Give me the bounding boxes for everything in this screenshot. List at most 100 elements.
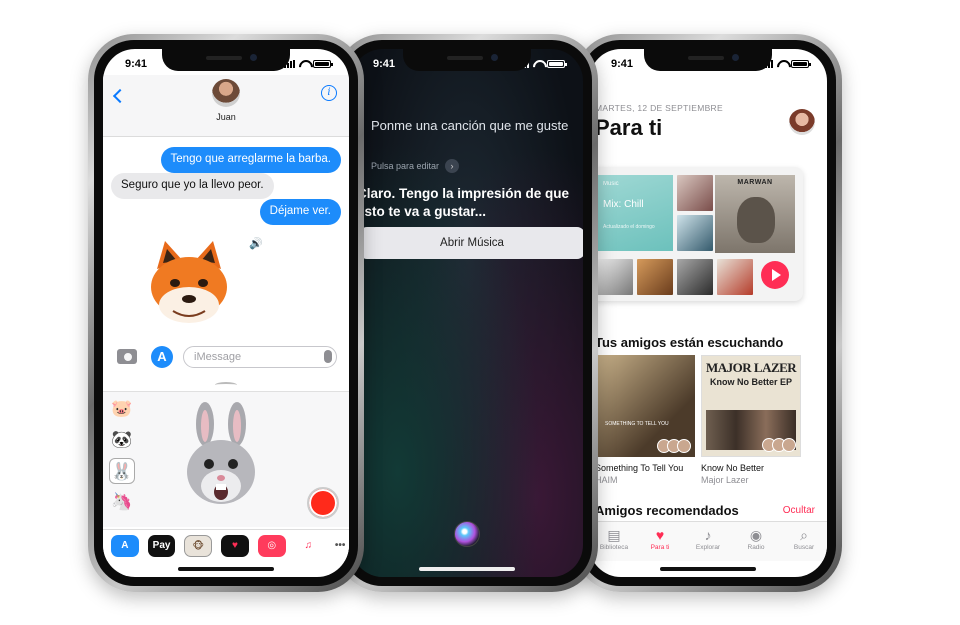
album-cover-text: SOMETHING TO TELL YOU bbox=[605, 421, 669, 427]
tab-buscar[interactable]: ⌕ Buscar bbox=[781, 526, 827, 551]
tap-to-edit[interactable]: Pulsa para editar › bbox=[371, 159, 460, 173]
album-artist-text: MARWAN bbox=[737, 179, 773, 186]
radio-icon: ◉ bbox=[749, 527, 763, 543]
mix-updated: Actualizado el domingo bbox=[603, 224, 655, 230]
apple-pay-icon[interactable]: Pay bbox=[147, 534, 176, 557]
animoji-icon[interactable]: 🐵 bbox=[184, 534, 213, 557]
recommended-title: Amigos recomendados bbox=[595, 503, 739, 518]
apple-music-label: Music bbox=[603, 181, 619, 187]
album-tile[interactable] bbox=[677, 175, 713, 211]
messages-screen: 9:41 Juan i Tengo que arreglarme la barb… bbox=[103, 49, 349, 577]
siri-phone: 9:41 Ponme una canción que me guste Puls… bbox=[336, 34, 598, 592]
contact-name[interactable]: Juan bbox=[103, 112, 349, 122]
messages-phone: 9:41 Juan i Tengo que arreglarme la barb… bbox=[88, 34, 364, 592]
friend-avatars bbox=[657, 439, 691, 453]
open-music-button[interactable]: Abrir Música bbox=[359, 227, 583, 259]
album-tile[interactable] bbox=[637, 259, 673, 295]
album-cover-brand: MAJOR LAZER bbox=[706, 360, 797, 375]
wifi-icon bbox=[777, 60, 787, 68]
battery-icon bbox=[313, 60, 333, 68]
music-icon[interactable]: ♫ bbox=[294, 534, 323, 557]
wifi-icon bbox=[533, 60, 543, 68]
wifi-icon bbox=[299, 60, 309, 68]
app-store-icon[interactable]: A bbox=[111, 534, 139, 557]
stage: 9:41 MARTES, 12 DE SEPTIEMBRE Para ti Mu… bbox=[0, 0, 960, 625]
hide-button[interactable]: Ocultar bbox=[783, 505, 815, 516]
heart-icon: ♥ bbox=[655, 527, 665, 543]
mix-chill-cover[interactable]: Music Mix: Chill Actualizado el domingo bbox=[597, 175, 673, 251]
album-tile[interactable] bbox=[597, 259, 633, 295]
message-bubble-outgoing[interactable]: Tengo que arreglarme la barba. bbox=[160, 147, 341, 173]
siri-answer-text: Claro. Tengo la impresión de que esto te… bbox=[357, 186, 570, 220]
album-title[interactable]: Something To Tell You bbox=[595, 463, 683, 473]
battery-icon bbox=[791, 60, 811, 68]
page-title: Para ti bbox=[595, 115, 663, 140]
rabbit-animoji[interactable] bbox=[183, 402, 259, 512]
album-cover-title: Know No Better EP bbox=[710, 377, 793, 387]
unicorn-animoji-icon[interactable]: 🦄 bbox=[109, 489, 135, 515]
siri-screen: 9:41 Ponme una canción que me guste Puls… bbox=[351, 49, 583, 577]
tab-explorar[interactable]: ♪ Explorar bbox=[685, 526, 731, 551]
album-tile[interactable] bbox=[677, 215, 713, 251]
message-bubble-incoming[interactable]: Seguro que yo la llevo peor. bbox=[111, 173, 274, 199]
tab-para-ti[interactable]: ♥ Para ti bbox=[637, 526, 683, 551]
music-phone: 9:41 MARTES, 12 DE SEPTIEMBRE Para ti Mu… bbox=[574, 34, 842, 592]
notch bbox=[644, 49, 772, 71]
back-chevron-icon[interactable] bbox=[112, 88, 128, 104]
more-icon[interactable]: ••• bbox=[331, 534, 349, 557]
album-cover-major-lazer[interactable]: MAJOR LAZER Know No Better EP bbox=[701, 355, 801, 457]
album-artist[interactable]: Major Lazer bbox=[701, 475, 749, 485]
conversation-header: Juan i bbox=[103, 75, 349, 137]
siri-query-text[interactable]: Ponme una canción que me guste bbox=[371, 117, 571, 135]
profile-avatar[interactable] bbox=[789, 109, 815, 135]
status-time: 9:41 bbox=[373, 58, 396, 70]
camera-icon[interactable] bbox=[117, 349, 137, 364]
play-button[interactable] bbox=[761, 261, 789, 289]
pig-animoji-icon[interactable]: 🐷 bbox=[109, 396, 135, 422]
home-indicator[interactable] bbox=[660, 567, 756, 571]
album-tile[interactable] bbox=[677, 259, 713, 295]
info-icon[interactable]: i bbox=[321, 85, 337, 101]
status-time: 9:41 bbox=[611, 58, 634, 70]
friends-section-title: Tus amigos están escuchando bbox=[595, 335, 784, 350]
album-cover-haim[interactable]: SOMETHING TO TELL YOU bbox=[595, 355, 695, 457]
album-artist[interactable]: HAIM bbox=[595, 475, 618, 485]
microphone-icon[interactable] bbox=[324, 350, 332, 363]
drawer-handle[interactable] bbox=[215, 382, 237, 388]
sound-icon[interactable]: 🔊 bbox=[249, 237, 263, 250]
rabbit-animoji-icon[interactable]: 🐰 bbox=[109, 458, 135, 484]
chevron-right-icon: › bbox=[445, 159, 460, 173]
home-indicator[interactable] bbox=[178, 567, 274, 571]
mix-name: Mix: Chill bbox=[603, 199, 644, 210]
marwan-album-cover[interactable]: MARWAN bbox=[715, 175, 795, 253]
imessage-placeholder: iMessage bbox=[194, 351, 242, 363]
tab-bar: ▤ Biblioteca ♥ Para ti ♪ Explorar ◉ Radio ⌕ B… bbox=[589, 521, 827, 561]
message-bubble-outgoing[interactable]: Déjame ver. bbox=[259, 199, 341, 225]
notch bbox=[403, 49, 531, 71]
animoji-drawer: 🐷 🐼 🐰 🦄 bbox=[103, 391, 349, 527]
album-title[interactable]: Know No Better bbox=[701, 463, 764, 473]
notch bbox=[162, 49, 290, 71]
battery-icon bbox=[547, 60, 567, 68]
digital-touch-icon[interactable]: ♥ bbox=[221, 534, 249, 557]
home-indicator[interactable] bbox=[419, 567, 515, 571]
search-icon: ⌕ bbox=[800, 527, 808, 543]
imessage-input[interactable]: iMessage bbox=[183, 346, 337, 368]
status-time: 9:41 bbox=[125, 58, 148, 70]
mix-card[interactable]: Music Mix: Chill Actualizado el domingo … bbox=[589, 167, 803, 301]
fox-animoji[interactable] bbox=[143, 239, 235, 329]
message-input-row: A iMessage bbox=[103, 343, 349, 373]
tab-radio[interactable]: ◉ Radio bbox=[733, 526, 779, 551]
friend-avatars bbox=[762, 438, 796, 452]
siri-orb-icon[interactable] bbox=[454, 521, 480, 547]
app-store-icon[interactable]: A bbox=[151, 346, 173, 368]
contact-avatar[interactable] bbox=[212, 79, 240, 107]
panda-animoji-icon[interactable]: 🐼 bbox=[109, 427, 135, 453]
animoji-list: 🐷 🐼 🐰 🦄 bbox=[109, 396, 139, 520]
album-tile[interactable] bbox=[717, 259, 753, 295]
app-drawer-strip: A Pay 🐵 ♥ ◎ ♫ ••• bbox=[103, 529, 349, 561]
edit-hint-label: Pulsa para editar bbox=[371, 161, 440, 171]
image-search-icon[interactable]: ◎ bbox=[257, 534, 286, 557]
music-note-icon: ♪ bbox=[704, 527, 712, 543]
record-button[interactable] bbox=[307, 487, 339, 519]
